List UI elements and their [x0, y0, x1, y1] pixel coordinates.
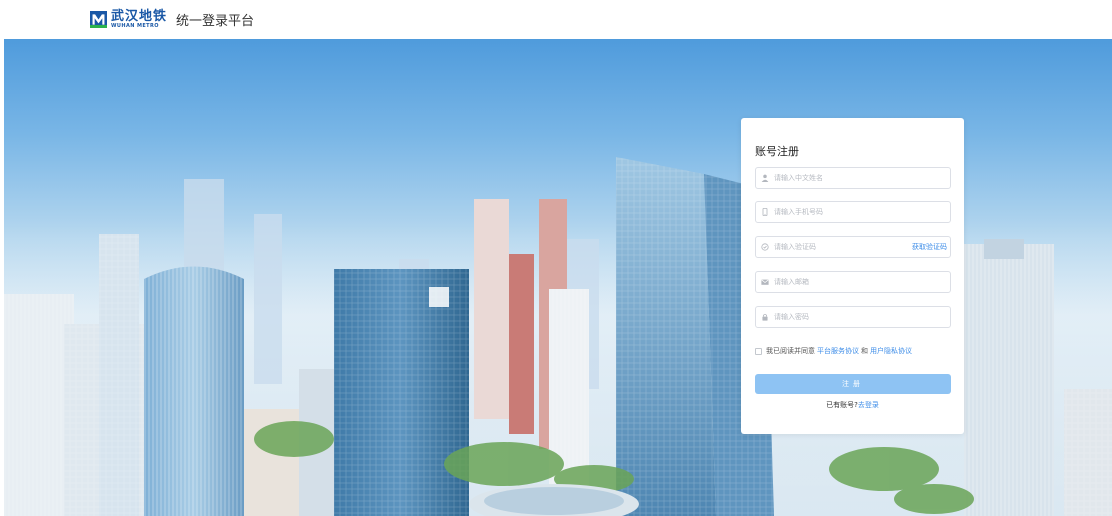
shield-icon [756, 237, 774, 257]
email-field[interactable] [755, 271, 951, 293]
login-prompt: 已有账号? [826, 401, 858, 409]
platform-title: 统一登录平台 [176, 14, 255, 29]
wuhan-metro-logo[interactable]: 武汉地铁 WUHAN METRO [90, 9, 167, 29]
service-agreement-link[interactable]: 平台服务协议 [817, 346, 859, 356]
agreement-row: 我已阅读并同意 平台服务协议 和 用户隐私协议 [755, 346, 912, 356]
phone-field[interactable] [755, 201, 951, 223]
lock-icon [756, 307, 774, 327]
agree-prefix: 我已阅读并同意 [766, 347, 815, 355]
logo-text-cn: 武汉地铁 [111, 8, 168, 24]
top-header: 武汉地铁 WUHAN METRO 统一登录平台 [0, 0, 1112, 39]
register-button[interactable]: 注册 [755, 374, 951, 394]
name-field[interactable] [755, 167, 951, 189]
metro-m-icon [90, 10, 107, 28]
go-login-link[interactable]: 去登录 [858, 401, 879, 409]
phone-input[interactable] [774, 208, 914, 216]
code-field[interactable]: 获取验证码 [755, 236, 951, 258]
name-input[interactable] [774, 174, 914, 182]
form-title: 账号注册 [755, 145, 799, 158]
mail-icon [756, 272, 774, 292]
password-input[interactable] [774, 313, 914, 321]
login-prompt-row: 已有账号?去登录 [741, 400, 964, 410]
logo-text-en: WUHAN METRO [111, 22, 159, 29]
agree-joiner: 和 [861, 347, 868, 355]
agree-checkbox[interactable] [755, 347, 762, 355]
code-input[interactable] [774, 243, 914, 251]
user-icon [756, 168, 774, 188]
password-field[interactable] [755, 306, 951, 328]
privacy-policy-link[interactable]: 用户隐私协议 [870, 346, 912, 356]
register-card: 账号注册 获取验证码 我已阅读并同意 平台服务协议 和 [741, 118, 964, 434]
phone-icon [756, 202, 774, 222]
email-input[interactable] [774, 278, 914, 286]
get-code-button[interactable]: 获取验证码 [912, 242, 947, 252]
